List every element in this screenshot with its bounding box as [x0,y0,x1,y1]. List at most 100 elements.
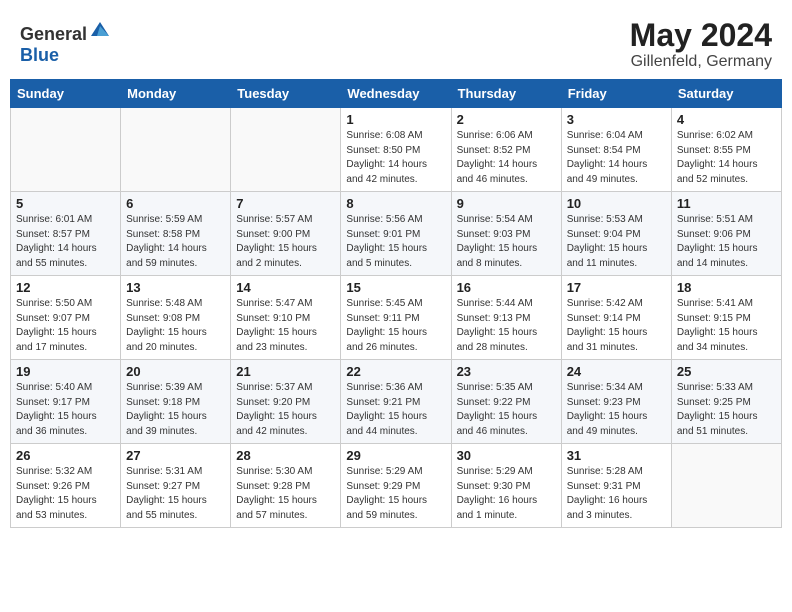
day-number: 5 [16,196,115,211]
day-info: Sunrise: 5:42 AM Sunset: 9:14 PM Dayligh… [567,297,666,355]
calendar-cell: 4 Sunrise: 6:02 AM Sunset: 8:55 PM Daylig… [671,108,781,192]
calendar-cell: 15 Sunrise: 5:45 AM Sunset: 9:11 PM Dayli… [341,276,451,360]
day-info: Sunrise: 5:37 AM Sunset: 9:20 PM Dayligh… [236,381,335,439]
day-info: Sunrise: 5:56 AM Sunset: 9:01 PM Dayligh… [346,213,445,271]
calendar-cell: 30 Sunrise: 5:29 AM Sunset: 9:30 PM Dayli… [451,444,561,528]
day-number: 16 [457,280,556,295]
logo: General Blue [20,18,111,66]
calendar-cell [11,108,121,192]
day-info: Sunrise: 5:44 AM Sunset: 9:13 PM Dayligh… [457,297,556,355]
day-info: Sunrise: 5:47 AM Sunset: 9:10 PM Dayligh… [236,297,335,355]
calendar-week-row: 12Sunrise: 5:50 AM Sunset: 9:07 PM Dayli… [11,276,782,360]
day-number: 9 [457,196,556,211]
calendar-cell: 20 Sunrise: 5:39 AM Sunset: 9:18 PM Dayli… [121,360,231,444]
calendar-cell [671,444,781,528]
weekday-header-row: SundayMondayTuesdayWednesdayThursdayFrid… [11,80,782,108]
day-number: 11 [677,196,776,211]
calendar-cell: 29 Sunrise: 5:29 AM Sunset: 9:29 PM Dayli… [341,444,451,528]
day-info: Sunrise: 5:30 AM Sunset: 9:28 PM Dayligh… [236,465,335,523]
logo-text: General Blue [20,18,111,66]
day-number: 4 [677,112,776,127]
calendar-cell: 1 Sunrise: 6:08 AM Sunset: 8:50 PM Daylig… [341,108,451,192]
calendar-cell: 10Sunrise: 5:53 AM Sunset: 9:04 PM Dayli… [561,192,671,276]
calendar-cell: 12Sunrise: 5:50 AM Sunset: 9:07 PM Dayli… [11,276,121,360]
day-info: Sunrise: 6:08 AM Sunset: 8:50 PM Dayligh… [346,129,445,187]
day-number: 1 [346,112,445,127]
day-info: Sunrise: 6:04 AM Sunset: 8:54 PM Dayligh… [567,129,666,187]
day-info: Sunrise: 5:54 AM Sunset: 9:03 PM Dayligh… [457,213,556,271]
day-info: Sunrise: 5:29 AM Sunset: 9:30 PM Dayligh… [457,465,556,523]
day-number: 3 [567,112,666,127]
day-number: 18 [677,280,776,295]
calendar-cell: 18 Sunrise: 5:41 AM Sunset: 9:15 PM Dayli… [671,276,781,360]
calendar-cell: 8Sunrise: 5:56 AM Sunset: 9:01 PM Daylig… [341,192,451,276]
calendar-table: SundayMondayTuesdayWednesdayThursdayFrid… [10,79,782,528]
calendar-cell: 7Sunrise: 5:57 AM Sunset: 9:00 PM Daylig… [231,192,341,276]
day-info: Sunrise: 5:31 AM Sunset: 9:27 PM Dayligh… [126,465,225,523]
day-info: Sunrise: 5:33 AM Sunset: 9:25 PM Dayligh… [677,381,776,439]
day-number: 24 [567,364,666,379]
day-info: Sunrise: 5:29 AM Sunset: 9:29 PM Dayligh… [346,465,445,523]
weekday-header-cell: Sunday [11,80,121,108]
day-number: 29 [346,448,445,463]
day-info: Sunrise: 5:35 AM Sunset: 9:22 PM Dayligh… [457,381,556,439]
calendar-cell [231,108,341,192]
calendar-cell: 26Sunrise: 5:32 AM Sunset: 9:26 PM Dayli… [11,444,121,528]
calendar-cell: 25 Sunrise: 5:33 AM Sunset: 9:25 PM Dayli… [671,360,781,444]
calendar-cell: 16 Sunrise: 5:44 AM Sunset: 9:13 PM Dayli… [451,276,561,360]
logo-general: General [20,24,87,44]
calendar-cell: 9 Sunrise: 5:54 AM Sunset: 9:03 PM Daylig… [451,192,561,276]
day-number: 19 [16,364,115,379]
day-number: 15 [346,280,445,295]
day-info: Sunrise: 5:32 AM Sunset: 9:26 PM Dayligh… [16,465,115,523]
day-number: 23 [457,364,556,379]
day-info: Sunrise: 5:45 AM Sunset: 9:11 PM Dayligh… [346,297,445,355]
day-number: 21 [236,364,335,379]
day-info: Sunrise: 5:41 AM Sunset: 9:15 PM Dayligh… [677,297,776,355]
day-number: 30 [457,448,556,463]
day-info: Sunrise: 6:01 AM Sunset: 8:57 PM Dayligh… [16,213,115,271]
calendar-cell: 13Sunrise: 5:48 AM Sunset: 9:08 PM Dayli… [121,276,231,360]
day-info: Sunrise: 5:40 AM Sunset: 9:17 PM Dayligh… [16,381,115,439]
calendar-cell [121,108,231,192]
day-info: Sunrise: 5:59 AM Sunset: 8:58 PM Dayligh… [126,213,225,271]
day-info: Sunrise: 6:02 AM Sunset: 8:55 PM Dayligh… [677,129,776,187]
day-number: 27 [126,448,225,463]
weekday-header-cell: Monday [121,80,231,108]
day-info: Sunrise: 5:51 AM Sunset: 9:06 PM Dayligh… [677,213,776,271]
calendar-week-row: 5 Sunrise: 6:01 AM Sunset: 8:57 PM Daylig… [11,192,782,276]
calendar-cell: 21 Sunrise: 5:37 AM Sunset: 9:20 PM Dayli… [231,360,341,444]
day-number: 6 [126,196,225,211]
day-info: Sunrise: 5:53 AM Sunset: 9:04 PM Dayligh… [567,213,666,271]
calendar-cell: 14Sunrise: 5:47 AM Sunset: 9:10 PM Dayli… [231,276,341,360]
day-info: Sunrise: 5:57 AM Sunset: 9:00 PM Dayligh… [236,213,335,271]
calendar-cell: 17 Sunrise: 5:42 AM Sunset: 9:14 PM Dayli… [561,276,671,360]
day-number: 25 [677,364,776,379]
calendar-cell: 19 Sunrise: 5:40 AM Sunset: 9:17 PM Dayli… [11,360,121,444]
day-number: 31 [567,448,666,463]
day-info: Sunrise: 5:28 AM Sunset: 9:31 PM Dayligh… [567,465,666,523]
logo-icon [89,18,111,40]
calendar-cell: 11 Sunrise: 5:51 AM Sunset: 9:06 PM Dayli… [671,192,781,276]
calendar-cell: 5 Sunrise: 6:01 AM Sunset: 8:57 PM Daylig… [11,192,121,276]
day-info: Sunrise: 6:06 AM Sunset: 8:52 PM Dayligh… [457,129,556,187]
calendar-cell: 22 Sunrise: 5:36 AM Sunset: 9:21 PM Dayli… [341,360,451,444]
calendar-week-row: 26Sunrise: 5:32 AM Sunset: 9:26 PM Dayli… [11,444,782,528]
day-info: Sunrise: 5:36 AM Sunset: 9:21 PM Dayligh… [346,381,445,439]
day-info: Sunrise: 5:39 AM Sunset: 9:18 PM Dayligh… [126,381,225,439]
weekday-header-cell: Saturday [671,80,781,108]
day-number: 17 [567,280,666,295]
calendar-body: 1 Sunrise: 6:08 AM Sunset: 8:50 PM Daylig… [11,108,782,528]
main-title: May 2024 [630,18,772,53]
day-number: 20 [126,364,225,379]
day-number: 22 [346,364,445,379]
logo-blue: Blue [20,45,59,65]
calendar-week-row: 1 Sunrise: 6:08 AM Sunset: 8:50 PM Daylig… [11,108,782,192]
day-number: 2 [457,112,556,127]
day-number: 12 [16,280,115,295]
title-section: May 2024 Gillenfeld, Germany [630,18,772,71]
calendar-cell: 27 Sunrise: 5:31 AM Sunset: 9:27 PM Dayli… [121,444,231,528]
calendar-cell: 31 Sunrise: 5:28 AM Sunset: 9:31 PM Dayli… [561,444,671,528]
weekday-header-cell: Wednesday [341,80,451,108]
subtitle: Gillenfeld, Germany [630,53,772,71]
